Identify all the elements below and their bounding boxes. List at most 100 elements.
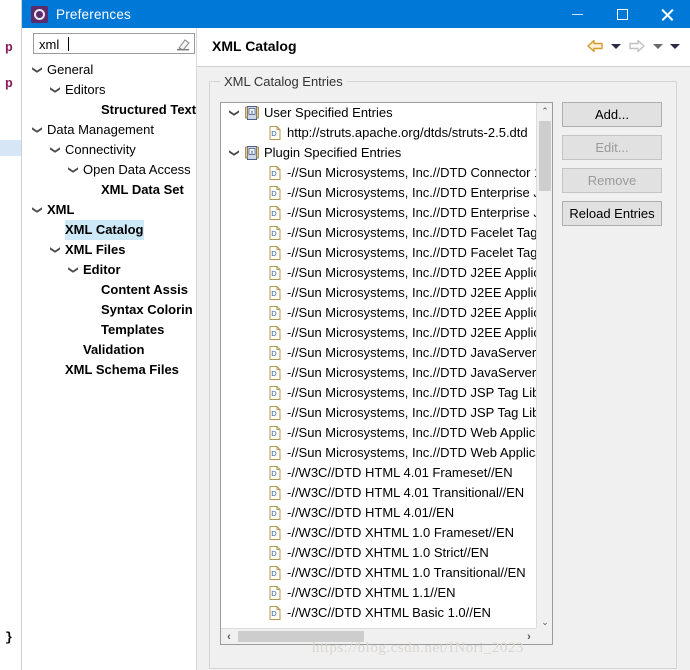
close-button[interactable] [645, 0, 690, 28]
catalog-group-row[interactable]: ❯ x User Specified Entries [221, 103, 537, 123]
svg-text:D: D [271, 409, 277, 418]
catalog-entry-row[interactable]: D -//Sun Microsystems, Inc.//DTD Facelet … [221, 243, 537, 263]
dtd-entry-icon: D [268, 286, 282, 300]
background-editor-selection [0, 140, 21, 156]
catalog-entry-label: -//W3C//DTD HTML 4.01 Frameset//EN [287, 465, 513, 480]
chevron-down-icon[interactable]: ❯ [45, 144, 65, 157]
svg-text:D: D [271, 329, 277, 338]
sidebar-item-label: General [47, 62, 94, 77]
add-button[interactable]: Add... [562, 102, 662, 127]
minimize-button[interactable] [555, 0, 600, 28]
catalog-entry-row[interactable]: D -//W3C//DTD HTML 4.01//EN [221, 503, 537, 523]
sidebar-item-xml-schema-files[interactable]: XML Schema Files [22, 360, 196, 380]
sidebar-item-connectivity[interactable]: ❯ Connectivity [22, 140, 196, 160]
xml-catalog-icon: x [245, 106, 259, 120]
sidebar-item-xml-files[interactable]: ❯ XML Files [22, 240, 196, 260]
catalog-entry-row[interactable]: D -//Sun Microsystems, Inc.//DTD J2EE App… [221, 303, 537, 323]
catalog-entry-label: -//Sun Microsystems, Inc.//DTD J2EE Appl… [287, 325, 537, 340]
sidebar-item-general[interactable]: ❯ General [22, 60, 196, 80]
catalog-entry-row[interactable]: D -//W3C//DTD XHTML 1.0 Strict//EN [221, 543, 537, 563]
catalog-entry-row[interactable]: D -//W3C//DTD XHTML 1.1//EN [221, 583, 537, 603]
sidebar-item-content-assis[interactable]: Content Assis [22, 280, 196, 300]
sidebar-item-label: Structured Text E [101, 102, 196, 117]
dtd-entry-icon: D [268, 126, 282, 140]
back-arrow-icon[interactable] [584, 36, 606, 56]
chevron-down-icon[interactable]: ❯ [63, 164, 83, 177]
sidebar-item-xml-catalog[interactable]: XML Catalog [22, 220, 196, 240]
catalog-entry-row[interactable]: D -//Sun Microsystems, Inc.//DTD Enterpri… [221, 183, 537, 203]
dtd-entry-icon: D [268, 326, 282, 340]
sidebar-item-data-management[interactable]: ❯ Data Management [22, 120, 196, 140]
catalog-entry-row[interactable]: D -//Sun Microsystems, Inc.//DTD Web Appl… [221, 423, 537, 443]
chevron-down-icon[interactable]: ❯ [224, 107, 244, 120]
sidebar-item-open-data-access[interactable]: ❯ Open Data Access [22, 160, 196, 180]
sidebar-item-label: XML Schema Files [65, 362, 179, 377]
catalog-entries-list[interactable]: ❯ x User Specified Entries Dhttp://struts.a… [220, 102, 553, 645]
search-input[interactable] [37, 34, 169, 55]
catalog-entry-row[interactable]: D -//Sun Microsystems, Inc.//DTD Enterpri… [221, 203, 537, 223]
catalog-group-row[interactable]: ❯ x Plugin Specified Entries [221, 143, 537, 163]
sidebar-item-structured-text-e[interactable]: Structured Text E [22, 100, 196, 120]
dtd-entry-icon: D [268, 266, 282, 280]
catalog-entry-label: -//W3C//DTD XHTML Basic 1.0//EN [287, 605, 491, 620]
sidebar-item-xml[interactable]: ❯ XML [22, 200, 196, 220]
catalog-entry-row[interactable]: D -//W3C//DTD XHTML 1.0 Transitional//EN [221, 563, 537, 583]
sidebar-item-editors[interactable]: ❯ Editors [22, 80, 196, 100]
page-nav-toolbar [584, 36, 682, 56]
catalog-entry-row[interactable]: Dhttp://struts.apache.org/dtds/struts-2.… [221, 123, 537, 143]
sidebar-item-syntax-colorin[interactable]: Syntax Colorin [22, 300, 196, 320]
scroll-up-arrow[interactable]: ⌃ [537, 103, 552, 119]
eraser-icon[interactable] [176, 38, 190, 51]
search-caret [68, 37, 69, 51]
catalog-entry-row[interactable]: D -//Sun Microsystems, Inc.//DTD J2EE App… [221, 283, 537, 303]
catalog-entry-row[interactable]: D -//W3C//DTD HTML 4.01 Transitional//EN [221, 483, 537, 503]
view-menu-icon[interactable] [668, 36, 682, 56]
catalog-entry-row[interactable]: D -//Sun Microsystems, Inc.//DTD JSP Tag … [221, 383, 537, 403]
chevron-down-icon[interactable]: ❯ [27, 204, 47, 217]
sidebar-item-label: Data Management [47, 122, 154, 137]
catalog-entry-row[interactable]: D -//Sun Microsystems, Inc.//DTD J2EE App… [221, 323, 537, 343]
catalog-entry-row[interactable]: D -//Sun Microsystems, Inc.//DTD J2EE App… [221, 263, 537, 283]
catalog-entry-row[interactable]: D -//Sun Microsystems, Inc.//DTD JSP Tag … [221, 403, 537, 423]
scroll-left-arrow[interactable]: ‹ [221, 629, 237, 644]
svg-text:D: D [271, 129, 277, 138]
chevron-down-icon[interactable]: ❯ [45, 244, 65, 257]
svg-text:D: D [271, 509, 277, 518]
chevron-down-icon[interactable]: ❯ [27, 64, 47, 77]
maximize-button[interactable] [600, 0, 645, 28]
page-title: XML Catalog [212, 38, 297, 54]
catalog-entry-row[interactable]: D -//Sun Microsystems, Inc.//DTD JavaServ… [221, 363, 537, 383]
sidebar-item-templates[interactable]: Templates [22, 320, 196, 340]
catalog-entry-row[interactable]: D -//W3C//DTD XHTML Basic 1.0//EN [221, 603, 537, 623]
background-editor-token: p [5, 40, 13, 55]
sidebar-item-editor[interactable]: ❯ Editor [22, 260, 196, 280]
sidebar-item-xml-data-set[interactable]: XML Data Set [22, 180, 196, 200]
dtd-entry-icon: D [268, 526, 282, 540]
back-dropdown-icon[interactable] [609, 36, 623, 56]
svg-text:D: D [271, 429, 277, 438]
sidebar-item-validation[interactable]: Validation [22, 340, 196, 360]
page-content: XML Catalog Entries ❯ x User Specified Ent… [197, 67, 690, 670]
chevron-down-icon[interactable]: ❯ [63, 264, 83, 277]
catalog-entries-rows[interactable]: ❯ x User Specified Entries Dhttp://struts.a… [221, 103, 537, 630]
vertical-scrollbar[interactable]: ⌃ ⌄ [536, 103, 552, 630]
forward-dropdown-icon[interactable] [651, 36, 665, 56]
preferences-tree[interactable]: ❯General❯EditorsStructured Text E❯Data M… [22, 60, 197, 670]
catalog-entry-row[interactable]: D -//W3C//DTD HTML 4.01 Frameset//EN [221, 463, 537, 483]
catalog-entry-row[interactable]: D -//Sun Microsystems, Inc.//DTD Web Appl… [221, 443, 537, 463]
sidebar-item-label: XML [47, 202, 75, 217]
chevron-down-icon[interactable]: ❯ [27, 124, 47, 137]
reload-entries-button[interactable]: Reload Entries [562, 201, 662, 226]
dtd-entry-icon: D [268, 386, 282, 400]
search-box[interactable] [33, 33, 195, 55]
sidebar-item-label: XML Files [65, 242, 126, 257]
catalog-entry-row[interactable]: D -//Sun Microsystems, Inc.//DTD JavaServ… [221, 343, 537, 363]
catalog-entry-row[interactable]: D -//Sun Microsystems, Inc.//DTD Facelet … [221, 223, 537, 243]
catalog-entry-label: -//Sun Microsystems, Inc.//DTD JavaServe… [287, 365, 537, 380]
chevron-down-icon[interactable]: ❯ [224, 147, 244, 160]
catalog-entry-row[interactable]: D -//W3C//DTD XHTML 1.0 Frameset//EN [221, 523, 537, 543]
vertical-scrollbar-thumb[interactable] [539, 121, 551, 191]
chevron-down-icon[interactable]: ❯ [45, 84, 65, 97]
edit-button: Edit... [562, 135, 662, 160]
catalog-entry-row[interactable]: D -//Sun Microsystems, Inc.//DTD Connecto… [221, 163, 537, 183]
